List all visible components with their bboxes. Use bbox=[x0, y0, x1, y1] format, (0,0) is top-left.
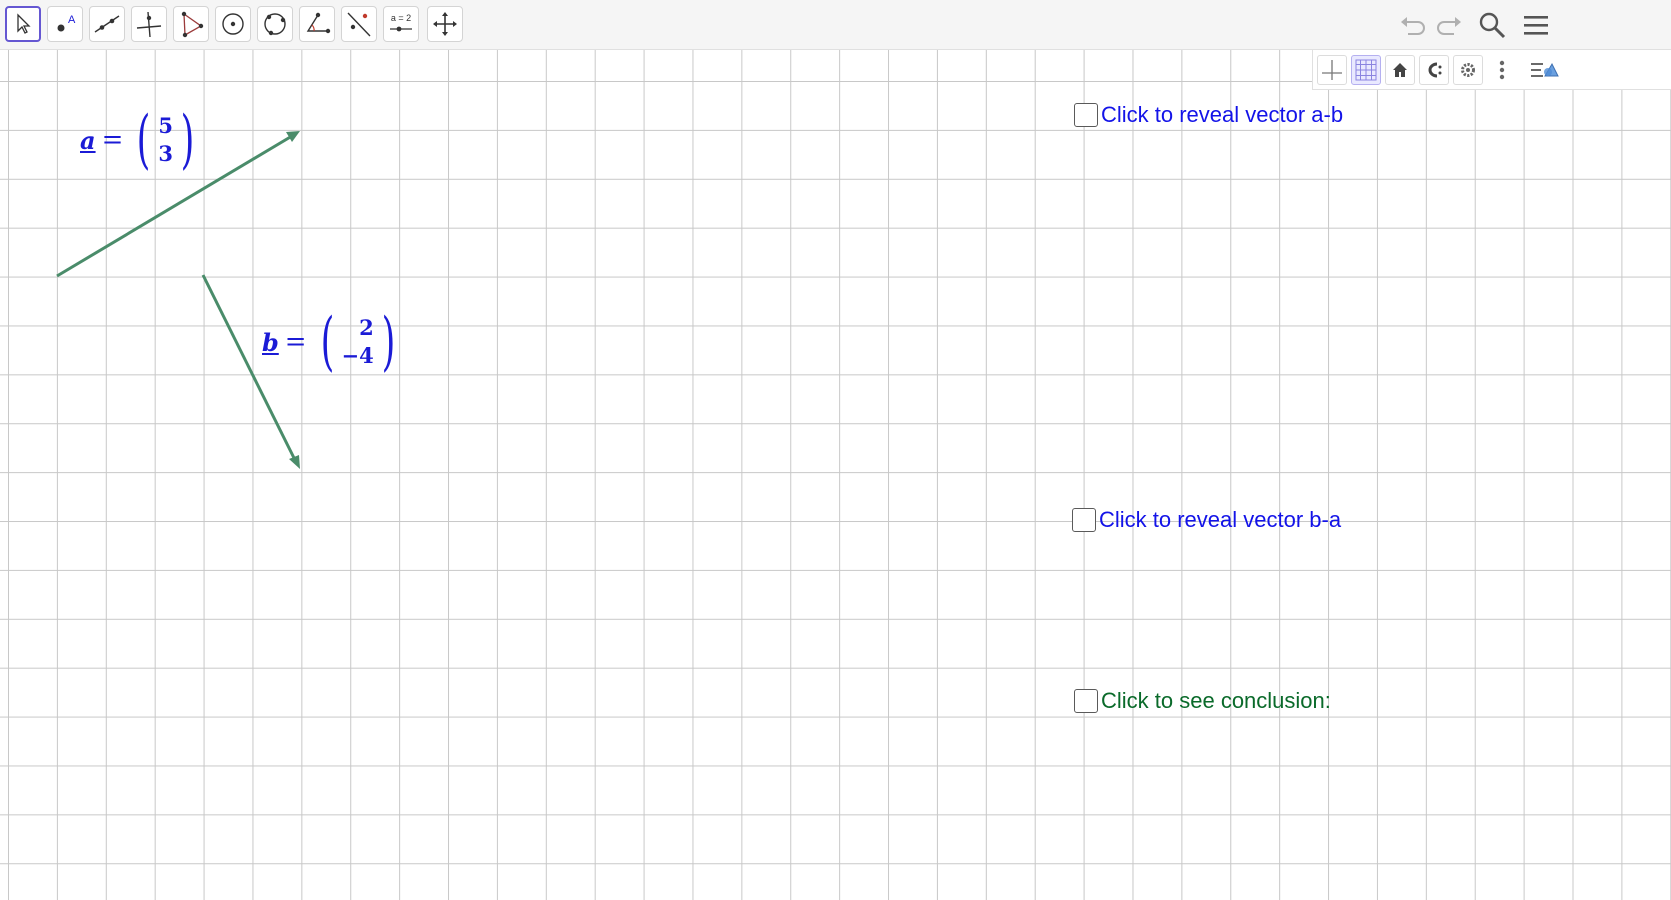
circle-center-point-tool[interactable] bbox=[215, 6, 251, 42]
vector-a-components: 5 3 bbox=[156, 112, 175, 168]
see-conclusion-label: Click to see conclusion: bbox=[1101, 688, 1331, 713]
vector-b-label[interactable]: b = ( 2 −4 ) bbox=[262, 310, 401, 374]
checkbox-box[interactable] bbox=[1074, 689, 1098, 713]
toggle-axes-button[interactable] bbox=[1317, 55, 1347, 85]
checkbox-box[interactable] bbox=[1074, 103, 1098, 127]
vector-a-left-paren: ( bbox=[136, 103, 151, 177]
toggle-stylebar-icon bbox=[1531, 62, 1559, 77]
graphics-style-bar bbox=[1312, 50, 1671, 90]
graphics-view[interactable]: a = ( 5 3 ) b = ( 2 −4 ) Click to reveal… bbox=[0, 50, 1671, 900]
vector-b-x: 2 bbox=[359, 315, 374, 340]
search-button[interactable] bbox=[1475, 8, 1509, 42]
settings-icon bbox=[1461, 63, 1475, 77]
vector-b-left-paren: ( bbox=[320, 305, 334, 379]
toggle-grid-button[interactable] bbox=[1351, 55, 1381, 85]
vectors-canvas bbox=[56, 131, 300, 469]
undo-icon bbox=[1401, 17, 1425, 35]
toggle-style-bar-button[interactable] bbox=[1529, 55, 1559, 85]
graphics-settings-button[interactable] bbox=[1453, 55, 1483, 85]
slider-icon: a = 2 bbox=[390, 13, 412, 32]
reflect-line-icon bbox=[347, 12, 371, 37]
grid-icon bbox=[1355, 59, 1377, 81]
perpendicular-line-tool[interactable] bbox=[131, 6, 167, 42]
perpendicular-line-icon bbox=[136, 11, 162, 38]
main-menu-button[interactable] bbox=[1519, 8, 1553, 42]
standard-view-button[interactable] bbox=[1385, 55, 1415, 85]
search-icon bbox=[1479, 12, 1506, 39]
vector-a-right-paren: ) bbox=[180, 103, 195, 177]
slider-tool[interactable]: a = 2 bbox=[383, 6, 419, 42]
vector-b-y: −4 bbox=[341, 343, 374, 368]
see-conclusion-checkbox[interactable]: Click to see conclusion: bbox=[1074, 688, 1331, 714]
point-capturing-button[interactable] bbox=[1419, 55, 1449, 85]
line-tool[interactable] bbox=[89, 6, 125, 42]
reveal-a-minus-b-checkbox[interactable]: Click to reveal vector a-b bbox=[1074, 102, 1343, 128]
svg-text:A: A bbox=[68, 14, 76, 26]
vector-a-arrowhead bbox=[286, 131, 300, 142]
vector-a-label[interactable]: a = ( 5 3 ) bbox=[80, 108, 200, 172]
polygon-icon bbox=[181, 11, 204, 38]
home-icon bbox=[1393, 63, 1407, 77]
checkbox-box[interactable] bbox=[1072, 508, 1096, 532]
angle-tool[interactable] bbox=[299, 6, 335, 42]
snap-icon bbox=[1428, 62, 1442, 78]
vector-a-x: 5 bbox=[158, 113, 173, 138]
menu-icon bbox=[1524, 16, 1548, 35]
move-view-tool[interactable] bbox=[427, 6, 463, 42]
polygon-tool[interactable] bbox=[173, 6, 209, 42]
reflect-tool[interactable] bbox=[341, 6, 377, 42]
vector-b-components: 2 −4 bbox=[340, 314, 376, 370]
reveal-b-minus-a-checkbox[interactable]: Click to reveal vector b-a bbox=[1072, 507, 1341, 533]
circle-three-points-tool[interactable] bbox=[257, 6, 293, 42]
reveal-a-minus-b-label: Click to reveal vector a-b bbox=[1101, 102, 1344, 127]
vector-b-name: b bbox=[262, 327, 279, 357]
line-through-points-icon bbox=[94, 15, 120, 33]
vector-b-right-paren: ) bbox=[381, 305, 396, 379]
vector-b-arrowhead bbox=[289, 455, 300, 469]
point-tool[interactable]: A bbox=[47, 6, 83, 42]
vector-b-equals: = bbox=[284, 327, 307, 357]
more-vert-icon bbox=[1499, 60, 1505, 80]
point-icon: A bbox=[57, 14, 76, 32]
circle-three-points-icon bbox=[264, 13, 286, 36]
redo-button[interactable] bbox=[1432, 8, 1466, 42]
vector-a-name: a bbox=[80, 125, 96, 155]
circle-center-icon bbox=[222, 13, 244, 35]
cursor-arrow-icon bbox=[17, 13, 31, 34]
redo-icon bbox=[1437, 17, 1461, 35]
more-options-button[interactable] bbox=[1487, 55, 1517, 85]
vector-a-equals: = bbox=[101, 125, 124, 155]
move-graphics-icon bbox=[433, 12, 457, 36]
move-tool[interactable] bbox=[5, 6, 41, 42]
reveal-b-minus-a-label: Click to reveal vector b-a bbox=[1099, 507, 1342, 532]
axes-icon bbox=[1322, 60, 1342, 80]
vector-a-y: 3 bbox=[158, 141, 173, 166]
toolbar: A a = 2 bbox=[0, 0, 1671, 50]
undo-button[interactable] bbox=[1396, 8, 1430, 42]
angle-icon bbox=[306, 12, 331, 34]
svg-text:a = 2: a = 2 bbox=[391, 13, 411, 23]
